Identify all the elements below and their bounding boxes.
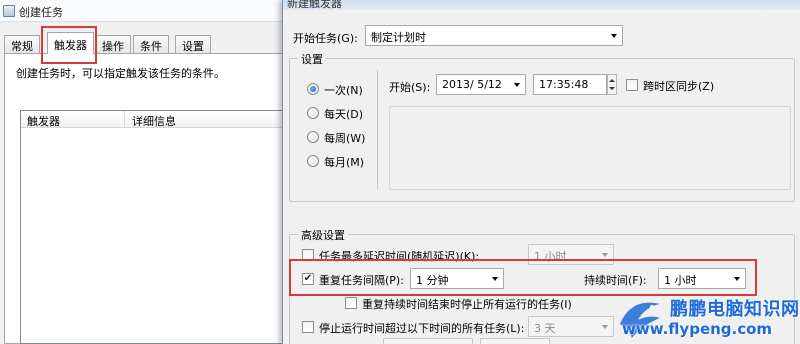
radio-weekly[interactable]: [307, 131, 319, 143]
partial-bottom-control: [383, 338, 473, 344]
stop-longer-value: 3 天: [534, 322, 556, 335]
watermark-name: 鹏鹏电脑知识网: [670, 299, 800, 320]
spin-down-icon[interactable]: [609, 87, 615, 90]
start-label: 开始(S):: [389, 81, 431, 94]
start-time-spinner[interactable]: [607, 74, 617, 95]
column-header-trigger[interactable]: 触发器: [27, 113, 60, 129]
chevron-down-icon: [514, 83, 520, 87]
repeat-interval-select[interactable]: 1 分钟: [410, 268, 504, 289]
stop-longer-checkbox[interactable]: [302, 321, 314, 333]
tab-settings[interactable]: 设置: [175, 35, 211, 53]
settings-group-title: 设置: [298, 51, 326, 67]
start-date-value: 2013/ 5/12: [442, 78, 502, 91]
repeat-interval-value: 1 分钟: [416, 274, 449, 287]
radio-weekly-label[interactable]: 每周(W): [324, 130, 365, 146]
advanced-settings-title: 高级设置: [298, 227, 348, 243]
triggers-description: 创建任务时，可以指定触发该任务的条件。: [16, 67, 225, 80]
sync-timezone-checkbox[interactable]: [626, 79, 638, 91]
task-scheduler-icon: [3, 5, 15, 17]
create-task-titlebar: 创建任务: [0, 0, 282, 22]
delay-select[interactable]: 1 小时: [528, 244, 614, 265]
duration-value: 1 小时: [664, 274, 697, 287]
tab-conditions[interactable]: 条件: [133, 35, 169, 53]
start-time-field[interactable]: 17:35:48: [533, 74, 607, 95]
chevron-down-icon: [492, 277, 498, 281]
create-task-window: 创建任务 常规 触发器 操作 条件 设置 创建任务时，可以指定触发该任务的条件。…: [0, 0, 284, 344]
column-header-details[interactable]: 详细信息: [132, 113, 176, 129]
spin-up-icon[interactable]: [609, 79, 615, 82]
radio-monthly[interactable]: [307, 155, 319, 167]
repeat-checkbox[interactable]: ✔: [302, 273, 314, 285]
schedule-details-panel: [389, 106, 791, 190]
begin-task-label: 开始任务(G):: [293, 32, 358, 45]
chevron-down-icon: [734, 277, 740, 281]
delay-checkbox[interactable]: [302, 249, 314, 261]
delay-label[interactable]: 任务最多延迟时间(随机延迟)(K):: [319, 248, 479, 264]
partial-bottom-control: [480, 338, 550, 344]
chevron-down-icon: [611, 34, 617, 38]
triggers-list[interactable]: 触发器 详细信息: [20, 110, 282, 344]
delay-value: 1 小时: [534, 250, 567, 263]
duration-label: 持续时间(F):: [584, 274, 647, 287]
stop-at-end-checkbox[interactable]: [345, 297, 357, 309]
watermark-url: www.flypeng.com: [622, 320, 773, 338]
sync-timezone-label[interactable]: 跨时区同步(Z): [643, 78, 714, 94]
settings-divider: [377, 70, 378, 190]
column-separator: [124, 111, 125, 127]
start-date-picker[interactable]: 2013/ 5/12: [436, 74, 526, 95]
radio-monthly-label[interactable]: 每月(M): [324, 154, 364, 170]
create-task-title: 创建任务: [19, 6, 63, 19]
begin-task-value: 制定计划时: [371, 31, 426, 44]
repeat-label[interactable]: 重复任务间隔(P):: [319, 272, 404, 288]
begin-task-select[interactable]: 制定计划时: [365, 25, 623, 46]
stop-longer-label[interactable]: 停止运行时间超过以下时间的所有任务(L):: [319, 320, 524, 336]
chevron-down-icon: [602, 253, 608, 257]
radio-daily[interactable]: [307, 107, 319, 119]
watermark: 鹏鹏电脑知识网 www.flypeng.com: [616, 287, 800, 344]
duration-select[interactable]: 1 小时: [658, 268, 746, 289]
radio-once[interactable]: [307, 83, 319, 95]
radio-once-label[interactable]: 一次(N): [324, 82, 363, 98]
chevron-down-icon: [602, 325, 608, 329]
tab-actions[interactable]: 操作: [95, 35, 131, 53]
stop-longer-select[interactable]: 3 天: [528, 316, 614, 337]
new-trigger-titlebar: 新建触发器: [283, 0, 800, 10]
triggers-list-header: 触发器 详细信息: [21, 111, 282, 128]
radio-daily-label[interactable]: 每天(D): [324, 106, 363, 122]
stop-at-end-label[interactable]: 重复持续时间结束时停止所有运行的任务(I): [362, 296, 572, 312]
tab-general[interactable]: 常规: [4, 35, 40, 53]
start-time-value: 17:35:48: [539, 78, 589, 91]
tab-triggers[interactable]: 触发器: [47, 32, 94, 54]
new-trigger-title: 新建触发器: [287, 0, 342, 10]
